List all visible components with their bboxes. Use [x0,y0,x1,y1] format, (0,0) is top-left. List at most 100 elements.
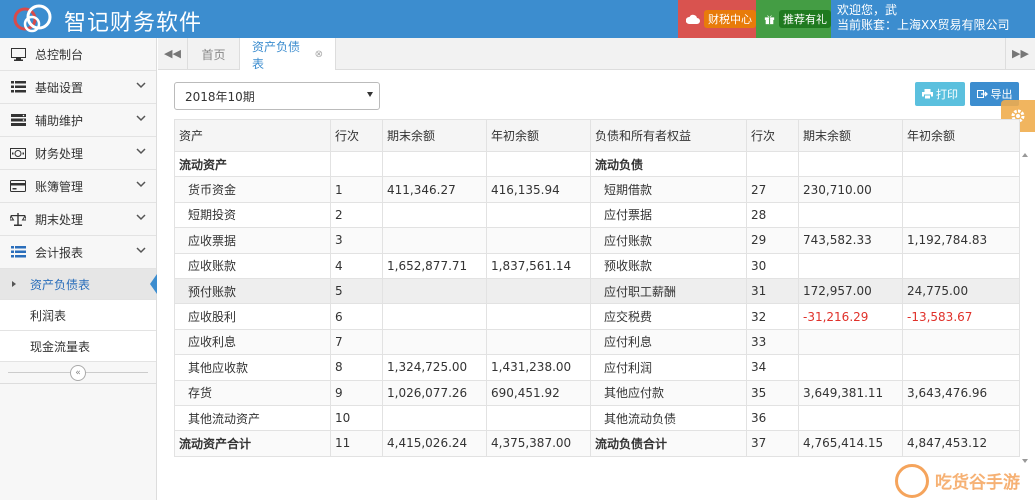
tab-scroll-left-icon[interactable]: ◀◀ [158,38,188,69]
table-row[interactable]: 其他应收款 8 1,324,725.00 1,431,238.00 应付利润 3… [174,354,1020,381]
table-cell: 1,837,561.14 [486,252,591,279]
table-cell: 应交税费 [590,303,747,330]
sidebar-item-label: 账簿管理 [35,179,84,194]
table-row[interactable]: 其他流动资产 10 其他流动负债 36 [174,404,1020,432]
caret-right-icon [12,281,16,287]
table-cell: 10 [330,404,383,432]
table-cell: 4,415,026.24 [382,430,487,457]
close-icon[interactable]: ⊗ [315,49,323,60]
table-row[interactable]: 应收股利 6 应交税费 32 -31,216.29 -13,583.67 [174,303,1020,330]
list-icon [10,245,26,259]
table-cell: 411,346.27 [382,176,487,203]
table-cell: 1,652,877.71 [382,252,487,279]
table-cell: 230,710.00 [798,176,903,203]
table-cell: 其他流动资产 [174,404,331,432]
table-cell: 货币资金 [174,176,331,203]
app-logo[interactable]: 智记财务软件 [0,0,201,38]
table-cell: 4,847,453.12 [902,430,1020,457]
tab-home[interactable]: 首页 [188,38,240,70]
table-cell [746,150,799,178]
table-cell: 其他应收款 [174,354,331,381]
user-info[interactable]: 欢迎您，武 当前账套：上海XX贸易有限公司 [837,3,1009,33]
chevron-down-icon [136,82,146,89]
table-cell: 3 [330,227,383,254]
sidebar-item-aux-maintenance[interactable]: 辅助维护 [0,104,156,137]
table-row[interactable]: 应收利息 7 应付利息 33 [174,328,1020,356]
balance-sheet-table: 资产 行次 期末余额 年初余额 负债和所有者权益 行次 期末余额 年初余额 流动… [174,119,1020,457]
table-cell [798,252,903,279]
sidebar-item-accounting-reports[interactable]: 会计报表 [0,236,156,269]
table-row[interactable]: 流动资产合计 11 4,415,026.24 4,375,387.00 流动负债… [174,430,1020,457]
table-cell [382,328,487,356]
table-cell [902,252,1020,279]
sidebar-subitem-balance-sheet[interactable]: 资产负债表 [0,269,157,300]
period-select[interactable]: 2018年10期 [174,82,380,110]
table-row[interactable]: 货币资金 1 411,346.27 416,135.94 短期借款 27 230… [174,176,1020,203]
tax-center-button[interactable]: 财税中心 [678,0,756,38]
export-icon [976,90,988,98]
table-cell: 743,582.33 [798,227,903,254]
sidebar-item-basic-settings[interactable]: 基础设置 [0,71,156,104]
scroll-up-icon[interactable] [1022,153,1028,157]
sidebar-item-ledger-management[interactable]: 账簿管理 [0,170,156,203]
table-cell: 24,775.00 [902,277,1020,305]
table-cell: 应收票据 [174,227,331,254]
table-cell [902,176,1020,203]
column-header: 行次 [746,119,799,152]
table-cell [382,201,487,229]
table-row[interactable]: 短期投资 2 应付票据 28 [174,201,1020,229]
table-cell: 9 [330,379,383,406]
tab-balance-sheet[interactable]: 资产负债表 ⊗ [240,38,336,71]
gift-icon [764,14,775,24]
table-cell: 1,192,784.83 [902,227,1020,254]
table-cell [382,277,487,305]
table-cell: 33 [746,328,799,356]
cloud-logo-icon [13,4,52,33]
table-cell: 存货 [174,379,331,406]
table-cell: 4,765,414.15 [798,430,903,457]
table-cell: 流动负债合计 [590,430,747,457]
table-row[interactable]: 流动资产 流动负债 [174,150,1020,178]
gift-button[interactable]: 推荐有礼 [756,0,831,38]
column-header: 资产 [174,119,331,152]
table-cell [486,303,591,330]
table-cell: -13,583.67 [902,303,1020,330]
table-cell: 27 [746,176,799,203]
table-cell [902,328,1020,356]
sidebar-item-label: 辅助维护 [35,113,84,128]
table-cell: 其他流动负债 [590,404,747,432]
print-button[interactable]: 打印 [915,82,965,106]
sidebar-item-label: 会计报表 [35,245,84,260]
table-cell: 172,957.00 [798,277,903,305]
table-cell: 其他应付款 [590,379,747,406]
table-cell: 37 [746,430,799,457]
table-row[interactable]: 应收票据 3 应付账款 29 743,582.33 1,192,784.83 [174,227,1020,254]
sidebar-item-dashboard[interactable]: 总控制台 [0,38,156,71]
active-indicator [150,274,157,294]
table-cell: 1 [330,176,383,203]
top-header: 智记财务软件 财税中心 推荐有礼 欢迎您，武 当前账套：上海XX贸易有限公司 [0,0,1035,38]
table-cell [486,404,591,432]
table-cell: 36 [746,404,799,432]
sidebar-subitem-cash-flow[interactable]: 现金流量表 [0,331,156,362]
sidebar-item-period-end[interactable]: 期末处理 [0,203,156,236]
table-row[interactable]: 应收账款 4 1,652,877.71 1,837,561.14 预收账款 30 [174,252,1020,279]
table-cell: 应付票据 [590,201,747,229]
sidebar-item-label: 总控制台 [35,47,84,62]
table-cell: 流动负债 [590,150,747,178]
sidebar-subitem-income-statement[interactable]: 利润表 [0,300,156,331]
table-row[interactable]: 预付账款 5 应付职工薪酬 31 172,957.00 24,775.00 [174,277,1020,305]
table-cell: 6 [330,303,383,330]
server-icon [10,113,26,127]
table-cell: 应付账款 [590,227,747,254]
sidebar-item-finance-processing[interactable]: 财务处理 [0,137,156,170]
table-scrollbar[interactable] [1020,153,1030,463]
table-row[interactable]: 存货 9 1,026,077.26 690,451.92 其他应付款 35 3,… [174,379,1020,406]
caret-down-icon [367,92,373,97]
app-title: 智记财务软件 [64,11,203,36]
current-account: 当前账套：上海XX贸易有限公司 [837,18,1010,32]
table-cell: 690,451.92 [486,379,591,406]
tab-scroll-right-icon[interactable]: ▶▶ [1005,38,1035,69]
chevron-down-icon [136,181,146,188]
collapse-sidebar-icon[interactable]: « [70,364,86,381]
